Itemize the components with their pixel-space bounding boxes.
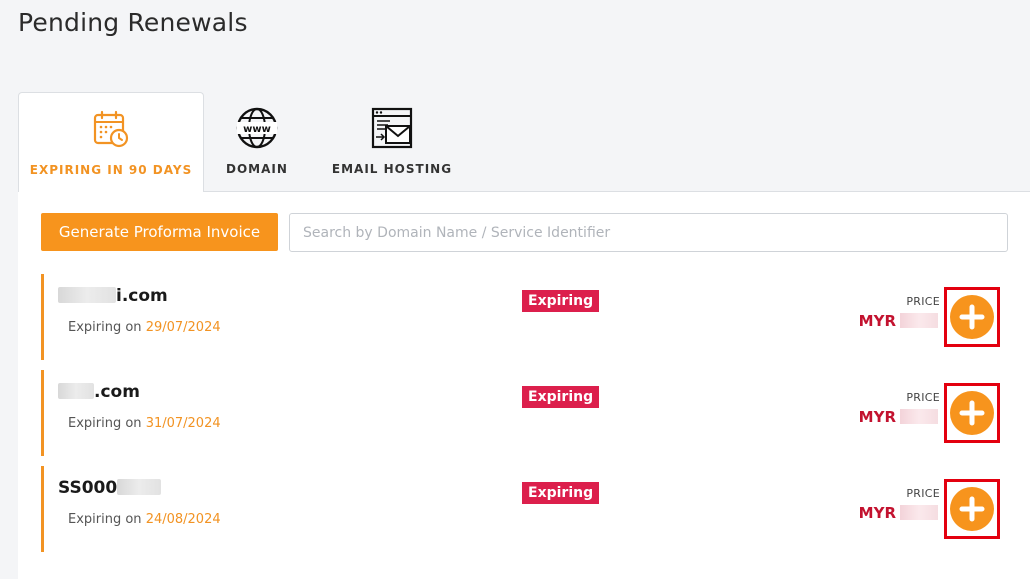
plus-icon — [950, 487, 994, 531]
redacted-text — [58, 287, 116, 303]
email-envelope-icon — [370, 106, 414, 150]
service-name: SS000 — [58, 478, 162, 498]
status-badge: Expiring — [522, 290, 600, 312]
add-to-cart-button[interactable] — [944, 479, 1000, 539]
redacted-text — [117, 479, 162, 495]
svg-text:www: www — [243, 124, 271, 135]
www-globe-icon: www — [235, 106, 279, 150]
expiry-line: Expiring on 24/08/2024 — [68, 512, 221, 527]
expiry-line: Expiring on 29/07/2024 — [68, 320, 221, 335]
redacted-price — [900, 409, 938, 424]
add-to-cart-button[interactable] — [944, 287, 1000, 347]
price-label: PRICE — [906, 391, 940, 404]
service-name: .com — [58, 382, 140, 402]
expiry-date: 29/07/2024 — [145, 320, 221, 335]
plus-icon — [950, 295, 994, 339]
calendar-clock-icon — [89, 107, 133, 151]
renewal-row: .com Expiring on 31/07/2024 Expiring PRI… — [41, 370, 1006, 456]
renewal-row: SS000 Expiring on 24/08/2024 Expiring PR… — [41, 466, 1006, 552]
tab-domain[interactable]: www DOMAIN — [204, 92, 310, 192]
redacted-price — [900, 313, 938, 328]
price-value: MYR — [859, 312, 938, 330]
tab-expiring-90-days[interactable]: EXPIRING IN 90 DAYS — [18, 92, 204, 192]
expiry-date: 24/08/2024 — [145, 512, 221, 527]
expiry-date: 31/07/2024 — [145, 416, 221, 431]
price-value: MYR — [859, 504, 938, 522]
generate-proforma-invoice-button[interactable]: Generate Proforma Invoice — [41, 213, 278, 251]
active-tab-connector — [19, 190, 203, 193]
tab-bar: EXPIRING IN 90 DAYS www DOMAIN EMAIL HOS… — [18, 92, 1030, 192]
service-name: i.com — [58, 286, 168, 306]
tab-label: EMAIL HOSTING — [331, 162, 453, 176]
status-badge: Expiring — [522, 386, 600, 408]
tab-label: DOMAIN — [226, 162, 288, 176]
search-input[interactable] — [289, 213, 1008, 252]
tab-label: EXPIRING IN 90 DAYS — [29, 163, 193, 177]
price-value: MYR — [859, 408, 938, 426]
redacted-text — [58, 383, 94, 399]
renewal-row: i.com Expiring on 29/07/2024 Expiring PR… — [41, 274, 1006, 360]
expiry-line: Expiring on 31/07/2024 — [68, 416, 221, 431]
add-to-cart-button[interactable] — [944, 383, 1000, 443]
plus-icon — [950, 391, 994, 435]
redacted-price — [900, 505, 938, 520]
status-badge: Expiring — [522, 482, 600, 504]
tab-email-hosting[interactable]: EMAIL HOSTING — [310, 92, 474, 192]
price-label: PRICE — [906, 487, 940, 500]
price-label: PRICE — [906, 295, 940, 308]
page-title: Pending Renewals — [18, 8, 248, 37]
